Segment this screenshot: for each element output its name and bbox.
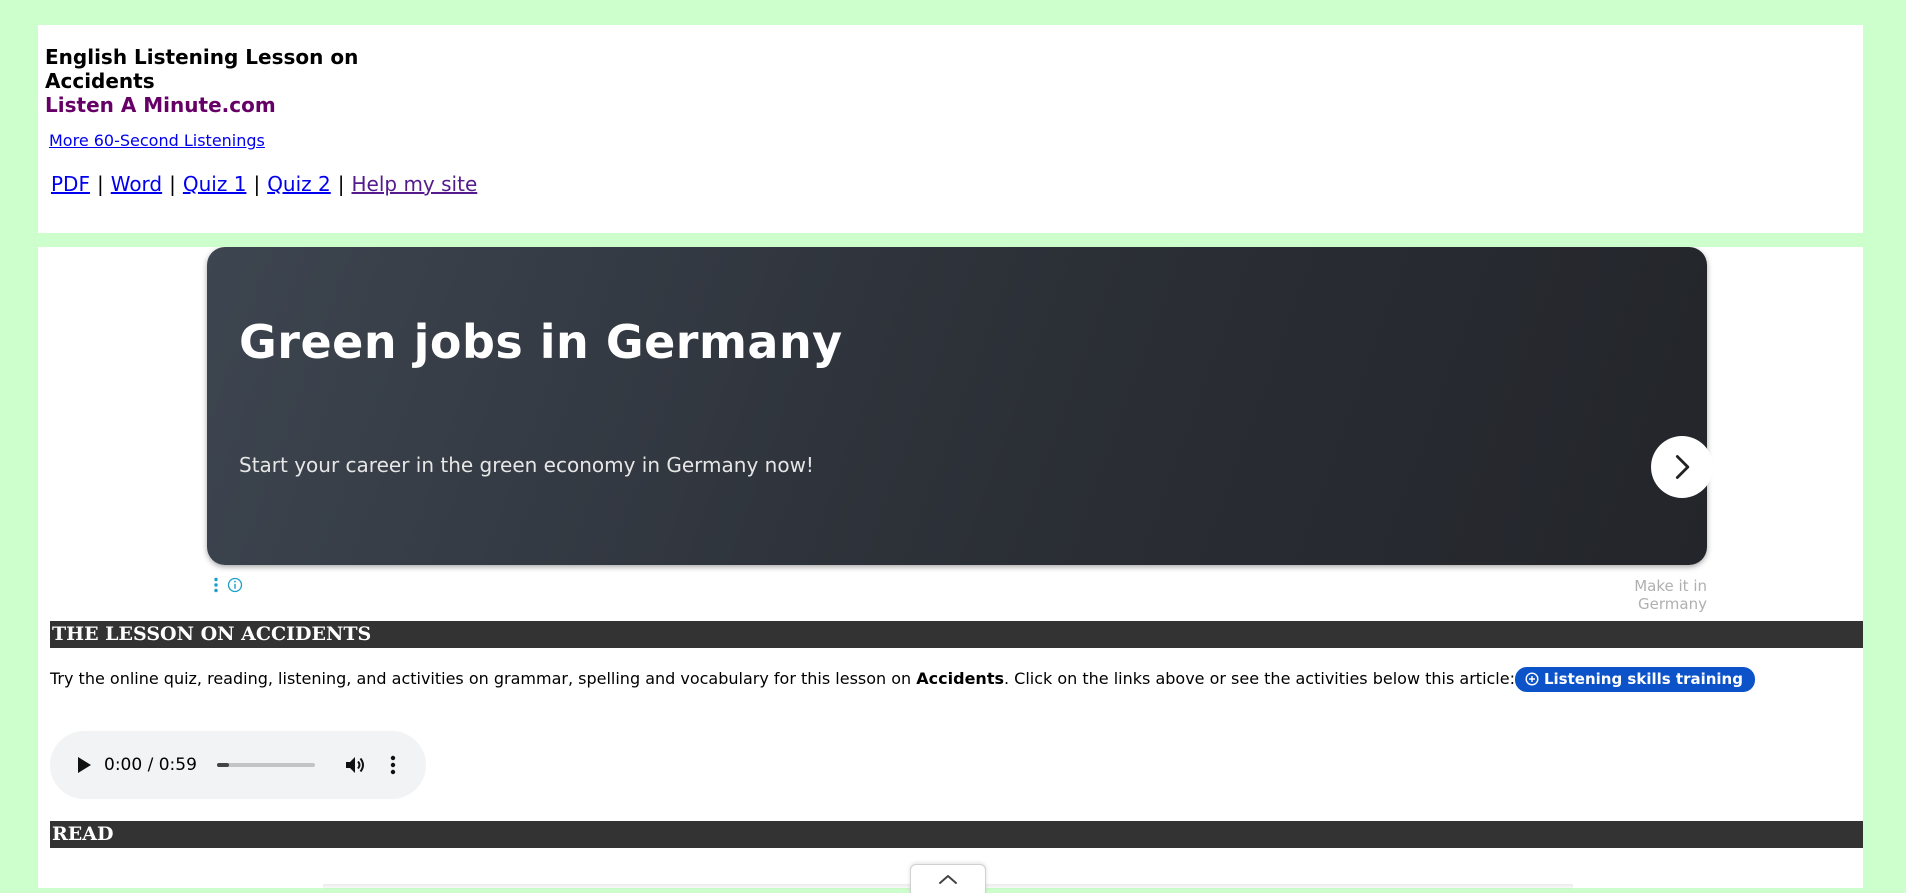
- more-listenings-link[interactable]: More 60-Second Listenings: [49, 131, 265, 150]
- nav-separator: |: [337, 172, 345, 196]
- pdf-link[interactable]: PDF: [51, 172, 90, 196]
- more-vert-icon[interactable]: [383, 753, 403, 777]
- quiz-1-link[interactable]: Quiz 1: [183, 172, 247, 196]
- listening-skills-label: Listening skills training: [1543, 670, 1743, 688]
- ad-next-button[interactable]: [1651, 436, 1713, 498]
- ad-banner[interactable]: Green jobs in Germany Start your career …: [207, 247, 1713, 565]
- intro-text: Try the online quiz, reading, listening,…: [50, 669, 917, 688]
- intro-text-end: . Click on the links above or see the ac…: [1003, 669, 1515, 688]
- kebab-menu-icon[interactable]: [213, 577, 219, 593]
- volume-icon[interactable]: [343, 753, 367, 777]
- listening-skills-button[interactable]: Listening skills training: [1514, 667, 1755, 692]
- download-nav: PDF | Word | Quiz 1 | Quiz 2 | Help my site: [51, 171, 477, 197]
- audio-progress-fill: [216, 763, 229, 767]
- chevron-right-icon: [1675, 455, 1690, 479]
- audio-player: 0:00 / 0:59: [50, 731, 426, 799]
- lesson-section-heading: THE LESSON ON ACCIDENTS: [50, 621, 1863, 648]
- intro-topic: Accidents: [916, 669, 1004, 688]
- word-link[interactable]: Word: [111, 172, 162, 196]
- audio-time: 0:00 / 0:59: [104, 755, 197, 775]
- quiz-2-link[interactable]: Quiz 2: [267, 172, 331, 196]
- info-icon[interactable]: [227, 577, 243, 593]
- help-my-site-link[interactable]: Help my site: [352, 172, 478, 196]
- scroll-up-tab[interactable]: [910, 864, 986, 893]
- page-title: English Listening Lesson on Accidents: [45, 45, 359, 93]
- read-section-heading: READ: [50, 821, 1863, 848]
- site-brand: Listen A Minute.com: [45, 93, 276, 117]
- circle-plus-icon: [1525, 672, 1539, 686]
- chevron-up-icon: [939, 875, 957, 884]
- audio-progress-slider[interactable]: [216, 763, 315, 767]
- header-panel: English Listening Lesson on Accidents Li…: [38, 25, 1863, 233]
- ad-subtitle: Start your career in the green economy i…: [239, 453, 814, 477]
- main-content: Green jobs in Germany Start your career …: [38, 247, 1863, 888]
- ad-advertiser[interactable]: Make it in Germany: [1566, 577, 1707, 613]
- ad-title: Green jobs in Germany: [239, 315, 843, 369]
- nav-separator: |: [169, 172, 176, 196]
- lesson-intro: Try the online quiz, reading, listening,…: [50, 667, 1850, 692]
- nav-separator: |: [96, 172, 104, 196]
- nav-separator: |: [253, 172, 261, 196]
- ad-options: [213, 577, 243, 593]
- play-icon[interactable]: [76, 756, 92, 774]
